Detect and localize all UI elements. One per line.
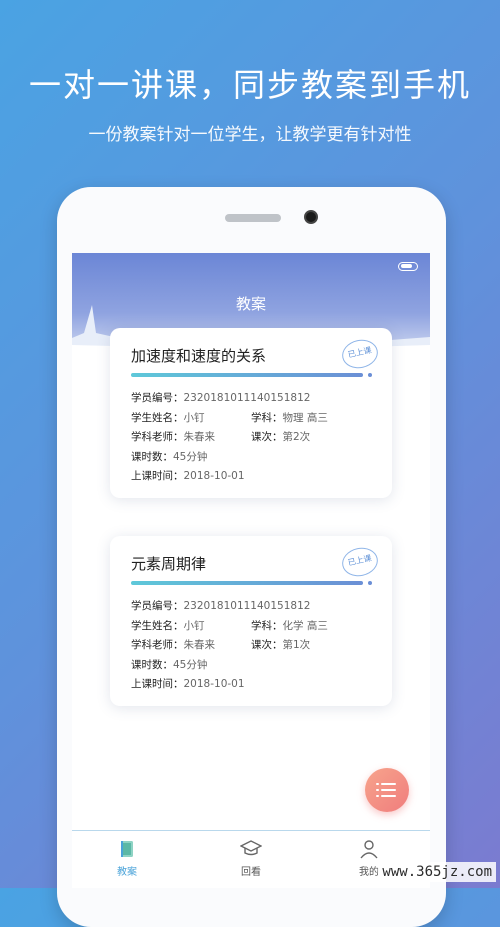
- tab-label: 回看: [241, 867, 261, 878]
- hours-row: 课时数：45分钟: [131, 659, 208, 671]
- teacher-row: 学科老师：朱春来: [131, 639, 215, 651]
- site-watermark: www.365jz.com: [378, 862, 496, 882]
- progress-dot: [368, 373, 372, 377]
- teacher-row: 学科老师：朱春来: [131, 431, 215, 443]
- date-row: 上课时间：2018-10-01: [131, 470, 245, 482]
- completed-stamp: 已上课: [339, 544, 381, 580]
- student-name-row: 学生姓名：小钉: [131, 620, 205, 632]
- student-id-row: 学员编号：2320181011140151812: [131, 392, 311, 404]
- bottom-tab-bar: 教案 回看 我的: [72, 830, 430, 888]
- lesson-card[interactable]: 元素周期律 已上课 学员编号：2320181011140151812 学生姓名：…: [110, 536, 392, 706]
- tab-lesson-plans[interactable]: 教案: [92, 831, 162, 888]
- subject-row: 学科：化学 高三: [251, 620, 328, 632]
- student-name-row: 学生姓名：小钉: [131, 412, 205, 424]
- tab-replay[interactable]: 回看: [216, 831, 286, 888]
- lesson-card[interactable]: 加速度和速度的关系 已上课 学员编号：2320181011140151812 学…: [110, 328, 392, 498]
- promo-subline: 一份教案针对一位学生，让教学更有针对性: [88, 125, 412, 145]
- hours-row: 课时数：45分钟: [131, 451, 208, 463]
- camera-icon: [304, 210, 318, 224]
- graduation-cap-icon: [240, 840, 262, 856]
- app-screen: 教案 加速度和速度的关系 已上课 学员编号：232018101114015181…: [72, 253, 430, 888]
- session-row: 课次：第2次: [251, 431, 311, 443]
- book-icon: [121, 841, 133, 857]
- completed-stamp: 已上课: [339, 336, 381, 372]
- student-id-row: 学员编号：2320181011140151812: [131, 600, 311, 612]
- battery-icon: [398, 262, 418, 271]
- session-row: 课次：第1次: [251, 639, 311, 651]
- phone-speaker: [225, 214, 281, 222]
- promo-headline: 一对一讲课，同步教案到手机: [28, 66, 471, 104]
- subject-row: 学科：物理 高三: [251, 412, 328, 424]
- date-row: 上课时间：2018-10-01: [131, 678, 245, 690]
- app-title: 教案: [235, 295, 266, 313]
- progress-bar: [131, 581, 363, 585]
- tab-label: 教案: [117, 867, 137, 878]
- progress-dot: [368, 581, 372, 585]
- lesson-title: 加速度和速度的关系: [131, 347, 267, 365]
- lesson-title: 元素周期律: [131, 555, 207, 573]
- menu-fab-button[interactable]: [365, 768, 409, 812]
- progress-bar: [131, 373, 363, 377]
- person-icon: [360, 840, 378, 859]
